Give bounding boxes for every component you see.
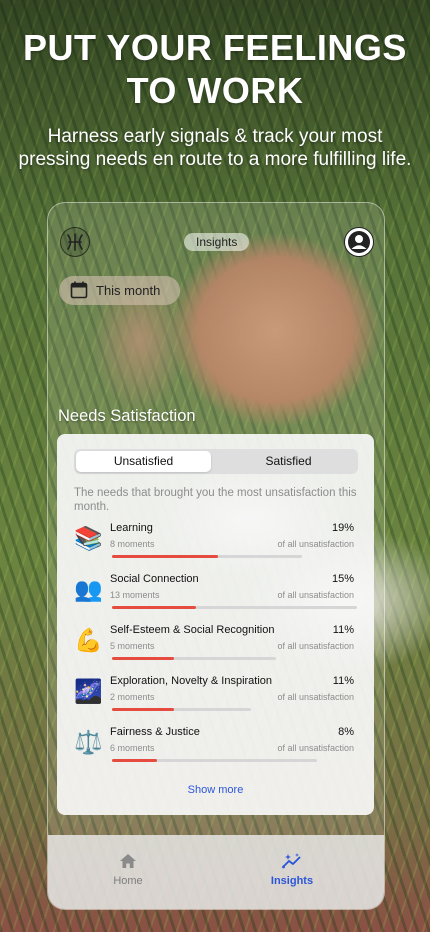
bottom-tab-bar: Home Insights [48,835,384,909]
need-item[interactable]: 👥 Social Connection 15% 13 moments of al… [74,573,357,619]
progress-track [112,606,357,609]
need-name: Self-Esteem & Social Recognition [110,624,275,636]
need-name: Social Connection [110,573,199,585]
need-of-label: of all unsatisfaction [277,743,354,753]
milky-way-icon: 🌌 [74,678,103,704]
tab-unsatisfied[interactable]: Unsatisfied [76,451,211,472]
need-percent: 8% [338,726,354,738]
need-name: Exploration, Novelty & Inspiration [110,675,273,687]
need-moments: 6 moments [110,743,155,753]
hero-subtitle-line-1: Harness early signals & track your most [47,126,383,147]
progress-track [112,555,302,558]
need-moments: 13 moments [110,590,160,600]
progress-fill [112,708,174,711]
balance-scale-icon: ⚖️ [74,729,103,755]
need-moments: 8 moments [110,539,155,549]
need-percent: 15% [331,573,354,585]
needs-card: Unsatisfied Satisfied The needs that bro… [57,434,374,815]
need-percent: 19% [331,522,354,534]
account-avatar-icon[interactable] [344,227,374,257]
nav-home-label: Home [113,875,143,887]
progress-fill [112,606,196,609]
nav-home[interactable]: Home [88,853,168,887]
insights-sparkle-icon [282,853,301,869]
show-more-link[interactable]: Show more [57,784,374,796]
need-of-label: of all unsatisfaction [277,590,354,600]
hero-subtitle: Harness early signals & track your most … [0,125,430,171]
card-description: The needs that brought you the most unsa… [74,487,357,513]
phone-mockup: Insights This month Needs Satisfaction U… [47,202,385,910]
need-percent: 11% [332,624,354,636]
need-item[interactable]: ⚖️ Fairness & Justice 8% 6 moments of al… [74,726,357,772]
need-item[interactable]: 💪 Self-Esteem & Social Recognition 11% 5… [74,624,357,670]
need-of-label: of all unsatisfaction [277,692,354,702]
need-item[interactable]: 🌌 Exploration, Novelty & Inspiration 11%… [74,675,357,721]
period-selector[interactable]: This month [59,276,180,305]
nav-insights[interactable]: Insights [252,853,332,887]
need-name: Fairness & Justice [110,726,200,738]
need-of-label: of all unsatisfaction [277,539,354,549]
header-title: Insights [184,233,250,251]
flexed-biceps-icon: 💪 [74,627,103,653]
home-icon [120,854,136,868]
nav-insights-label: Insights [270,875,314,887]
progress-fill [112,657,174,660]
hero-subtitle-line-2: pressing needs en route to a more fulfil… [18,149,412,170]
need-item[interactable]: 📚 Learning 19% 8 moments of all unsatisf… [74,522,357,568]
progress-fill [112,555,219,558]
progress-track [112,657,276,660]
need-percent: 11% [332,675,354,687]
progress-fill [112,759,157,762]
need-moments: 2 moments [110,692,155,702]
hero-title-line-1: PUT YOUR FEELINGS [23,27,407,68]
period-label: This month [96,283,161,298]
calendar-icon [70,281,88,299]
app-logo-icon[interactable] [60,227,90,257]
need-name: Learning [110,522,153,534]
progress-track [112,759,317,762]
hero-title: PUT YOUR FEELINGS TO WORK [0,26,430,112]
need-moments: 5 moments [110,641,155,651]
hero-title-line-2: TO WORK [126,70,304,111]
people-icon: 👥 [74,576,103,602]
tab-satisfied[interactable]: Satisfied [221,451,356,472]
satisfaction-toggle: Unsatisfied Satisfied [74,449,358,474]
books-icon: 📚 [74,525,103,551]
need-of-label: of all unsatisfaction [277,641,354,651]
progress-track [112,708,251,711]
section-title: Needs Satisfaction [58,407,196,425]
